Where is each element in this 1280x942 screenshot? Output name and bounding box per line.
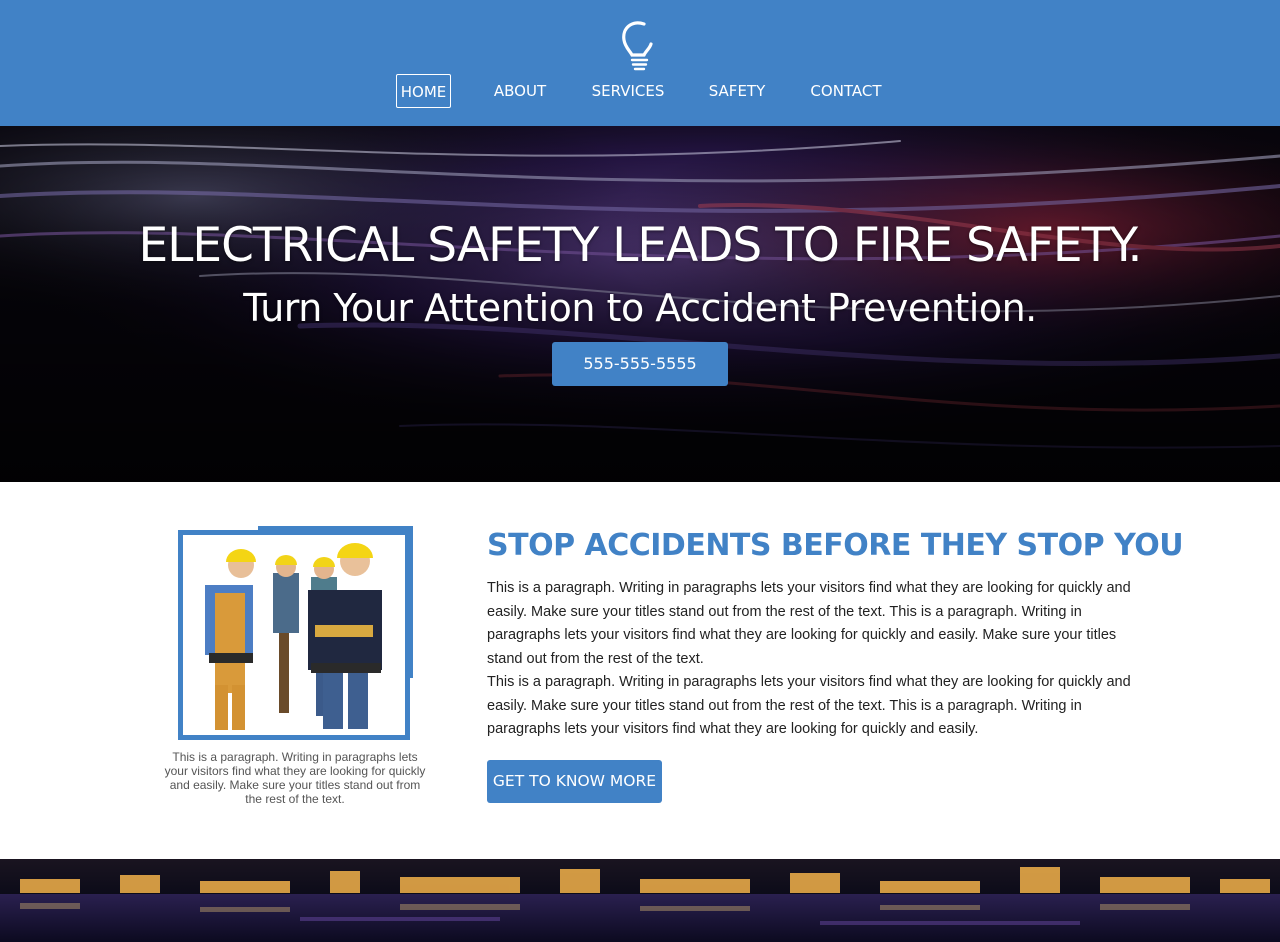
nav-item-safety[interactable]: SAFETY	[705, 74, 769, 108]
nav-item-services[interactable]: SERVICES	[588, 74, 668, 108]
hero-subtitle: Turn Your Attention to Accident Preventi…	[243, 286, 1037, 330]
get-to-know-more-button[interactable]: GET TO KNOW MORE	[487, 760, 662, 803]
paragraph-2: This is a paragraph. Writing in paragrap…	[487, 674, 1131, 737]
workers-image	[183, 535, 405, 735]
site-header: HOME ABOUT SERVICES SAFETY CONTACT	[0, 0, 1280, 126]
main-nav: HOME ABOUT SERVICES SAFETY CONTACT	[0, 74, 1280, 108]
section-title: STOP ACCIDENTS BEFORE THEY STOP YOU	[487, 528, 1184, 563]
photo-caption: This is a paragraph. Writing in paragrap…	[164, 750, 426, 806]
city-night-image	[0, 859, 1280, 942]
phone-button[interactable]: 555-555-5555	[552, 342, 728, 386]
city-skyline-image	[0, 859, 1280, 942]
workers-photo	[178, 530, 410, 740]
lightbulb-icon[interactable]	[618, 18, 658, 72]
nav-item-home[interactable]: HOME	[396, 74, 451, 108]
hero-title: ELECTRICAL SAFETY LEADS TO FIRE SAFETY.	[138, 218, 1143, 273]
nav-item-about[interactable]: ABOUT	[488, 74, 552, 108]
nav-item-contact[interactable]: CONTACT	[806, 74, 886, 108]
hero-banner: ELECTRICAL SAFETY LEADS TO FIRE SAFETY. …	[0, 126, 1280, 482]
paragraph-1: This is a paragraph. Writing in paragrap…	[487, 580, 1131, 667]
